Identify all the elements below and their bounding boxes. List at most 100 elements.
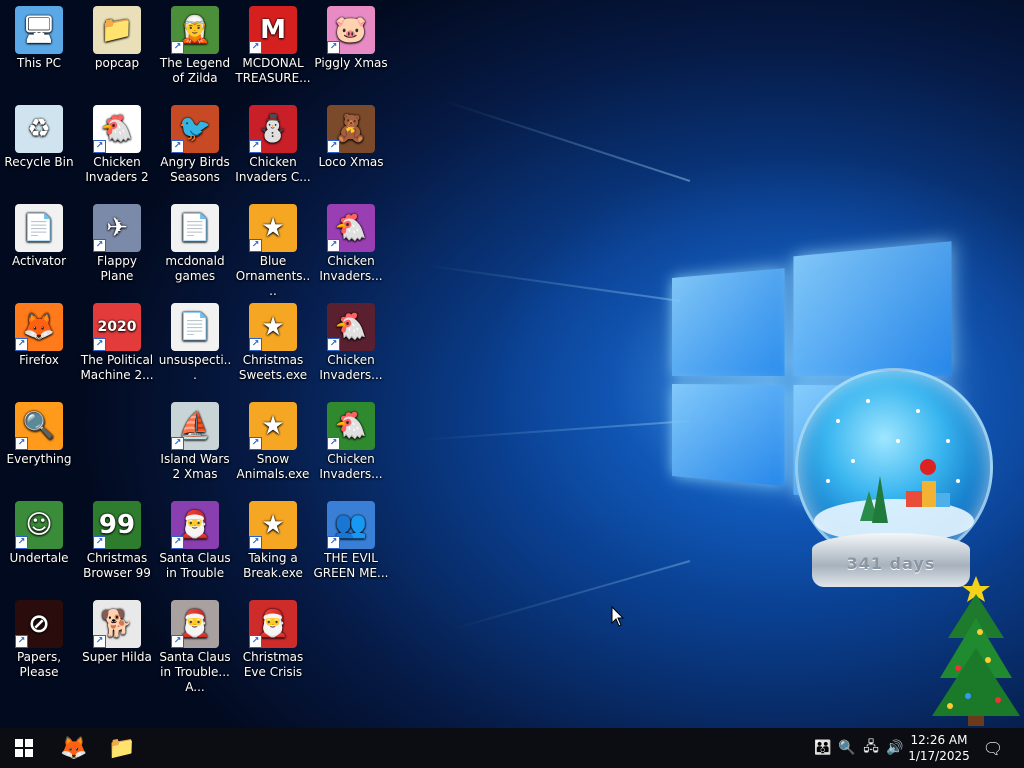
light-ray xyxy=(449,560,691,631)
network-icon: 🖧 xyxy=(863,739,879,755)
desktop-icon-label: Chicken Invaders... xyxy=(319,353,383,382)
app-icon: 👥 ↗ xyxy=(327,501,375,549)
desktop-icon[interactable]: ★ ↗ Blue Ornaments.... xyxy=(234,198,312,299)
light-ray xyxy=(442,99,691,182)
shortcut-arrow-icon: ↗ xyxy=(93,338,106,351)
shortcut-arrow-icon: ↗ xyxy=(93,635,106,648)
desktop-icon-label: Recycle Bin xyxy=(4,155,74,169)
desktop-icon[interactable]: 🎅 ↗ Santa Claus in Trouble... A... xyxy=(156,594,234,695)
app-icon: 🔍 ↗ xyxy=(15,402,63,450)
taskbar-file-explorer[interactable]: 📁 xyxy=(98,728,146,768)
app-icon: ⛵ ↗ xyxy=(171,402,219,450)
tray-volume[interactable]: 🔊 xyxy=(884,728,906,768)
shortcut-arrow-icon: ↗ xyxy=(171,140,184,153)
desktop-icon[interactable]: ★ ↗ Taking a Break.exe xyxy=(234,495,312,581)
shortcut-arrow-icon: ↗ xyxy=(249,239,262,252)
desktop-icon[interactable]: 🐷 ↗ Piggly Xmas xyxy=(312,0,390,71)
desktop-icon[interactable]: 👥 ↗ THE EVIL GREEN ME... xyxy=(312,495,390,581)
app-icon: 📄 xyxy=(15,204,63,252)
clock[interactable]: 12:26 AM 1/17/2025 xyxy=(906,732,972,764)
shortcut-arrow-icon: ↗ xyxy=(327,140,340,153)
desktop-icon-label: MCDONAL TREASURE... xyxy=(235,56,311,85)
app-icon: M ↗ xyxy=(249,6,297,54)
app-icon: 🦊 ↗ xyxy=(15,303,63,351)
app-icon: 🧝 ↗ xyxy=(171,6,219,54)
desktop-icon-label: This PC xyxy=(17,56,61,70)
desktop-icon-label: Santa Claus in Trouble xyxy=(159,551,231,580)
shortcut-arrow-icon: ↗ xyxy=(93,536,106,549)
app-icon: ♻ xyxy=(15,105,63,153)
shortcut-arrow-icon: ↗ xyxy=(327,536,340,549)
desktop-icon[interactable]: ✈ ↗ Flappy Plane xyxy=(78,198,156,284)
desktop-icon-label: Santa Claus in Trouble... A... xyxy=(159,650,231,694)
shortcut-arrow-icon: ↗ xyxy=(249,338,262,351)
shortcut-arrow-icon: ↗ xyxy=(171,635,184,648)
desktop-icon-label: unsuspecti... xyxy=(158,353,232,382)
desktop-icon[interactable]: 🐔 ↗ Chicken Invaders... xyxy=(312,297,390,383)
desktop-icon-label: Firefox xyxy=(19,353,59,367)
desktop-icon[interactable]: ⛄ ↗ Chicken Invaders C... xyxy=(234,99,312,185)
app-icon: 🐔 ↗ xyxy=(93,105,141,153)
app-icon: 📄 xyxy=(171,204,219,252)
light-ray xyxy=(422,263,681,302)
desktop-icon[interactable]: 🐦 ↗ Angry Birds Seasons xyxy=(156,99,234,185)
app-icon: ★ ↗ xyxy=(249,501,297,549)
desktop-icon-label: Activator xyxy=(11,254,67,268)
tray-people[interactable]: 👪 xyxy=(812,728,834,768)
shortcut-arrow-icon: ↗ xyxy=(249,437,262,450)
desktop-icon[interactable]: ⛵ ↗ Island Wars 2 Xmas xyxy=(156,396,234,482)
notification-icon: 🗨 xyxy=(982,738,1004,758)
desktop-icon[interactable]: 📄 unsuspecti... xyxy=(156,297,234,383)
app-icon: ✈ ↗ xyxy=(93,204,141,252)
desktop-icon[interactable]: ♻ Recycle Bin xyxy=(0,99,78,170)
desktop-icon-label: Christmas Browser 99 xyxy=(83,551,151,580)
desktop-icon[interactable]: 🐕 ↗ Super Hilda xyxy=(78,594,156,665)
app-icon: ★ ↗ xyxy=(249,303,297,351)
desktop-icon[interactable]: 📁 popcap xyxy=(78,0,156,71)
desktop-icon-label: THE EVIL GREEN ME... xyxy=(313,551,389,580)
desktop-icon[interactable]: ★ ↗ Christmas Sweets.exe xyxy=(234,297,312,383)
desktop-icon-label: Christmas Sweets.exe xyxy=(238,353,308,382)
tray-network[interactable]: 🖧 xyxy=(860,728,882,768)
app-icon: ☺ ↗ xyxy=(15,501,63,549)
desktop-icon-label: Island Wars 2 Xmas xyxy=(160,452,230,481)
desktop-icon[interactable]: 2020 ↗ The Political Machine 2... xyxy=(78,297,156,383)
desktop-icon[interactable]: 🔍 ↗ Everything xyxy=(0,396,78,467)
desktop-icon-label: Flappy Plane xyxy=(97,254,137,283)
taskbar: 🦊 📁 👪 🔍 🖧 🔊 12:26 AM 1/17/2025 🗨 xyxy=(0,728,1024,768)
desktop-icon[interactable]: 🐔 ↗ Chicken Invaders... xyxy=(312,396,390,482)
desktop-icon[interactable]: 🐔 ↗ Chicken Invaders 2 xyxy=(78,99,156,185)
desktop-icon[interactable]: 99 ↗ Christmas Browser 99 xyxy=(78,495,156,581)
desktop-icon-label: Blue Ornaments.... xyxy=(235,254,311,298)
search-icon: 🔍 xyxy=(838,740,856,756)
desktop-icon[interactable]: 🧝 ↗ The Legend of Zilda xyxy=(156,0,234,86)
action-center-button[interactable]: 🗨 xyxy=(978,728,1008,768)
shortcut-arrow-icon: ↗ xyxy=(15,338,28,351)
desktop-icon[interactable]: 🐔 ↗ Chicken Invaders... xyxy=(312,198,390,284)
desktop-icon[interactable]: M ↗ MCDONAL TREASURE... xyxy=(234,0,312,86)
desktop-icon[interactable]: ☺ ↗ Undertale xyxy=(0,495,78,566)
desktop-icon-label: Chicken Invaders C... xyxy=(235,155,311,184)
app-icon: 🎅 ↗ xyxy=(171,501,219,549)
desktop-icon[interactable]: 📄 Activator xyxy=(0,198,78,269)
shortcut-arrow-icon: ↗ xyxy=(93,140,106,153)
taskbar-firefox[interactable]: 🦊 xyxy=(50,728,98,768)
desktop-icon[interactable]: ★ ↗ Snow Animals.exe xyxy=(234,396,312,482)
app-icon: 🐔 ↗ xyxy=(327,303,375,351)
desktop-icon[interactable]: 🦊 ↗ Firefox xyxy=(0,297,78,368)
desktop-icon[interactable]: ⊘ ↗ Papers, Please xyxy=(0,594,78,680)
app-icon: 🎅 ↗ xyxy=(249,600,297,648)
app-icon: 📄 xyxy=(171,303,219,351)
shortcut-arrow-icon: ↗ xyxy=(171,536,184,549)
desktop-icon[interactable]: 🎅 ↗ Santa Claus in Trouble xyxy=(156,495,234,581)
app-icon: 🐦 ↗ xyxy=(171,105,219,153)
app-icon: ★ ↗ xyxy=(249,204,297,252)
desktop-icon[interactable]: 🎅 ↗ Christmas Eve Crisis xyxy=(234,594,312,680)
shortcut-arrow-icon: ↗ xyxy=(171,41,184,54)
app-icon: 🐕 ↗ xyxy=(93,600,141,648)
desktop-icon[interactable]: 📄 mcdonald games xyxy=(156,198,234,284)
start-button[interactable] xyxy=(0,728,48,768)
desktop-icon[interactable]: 🧸 ↗ Loco Xmas xyxy=(312,99,390,170)
tray-search[interactable]: 🔍 xyxy=(836,728,858,768)
desktop-icon[interactable]: 🖥 This PC xyxy=(0,0,78,71)
